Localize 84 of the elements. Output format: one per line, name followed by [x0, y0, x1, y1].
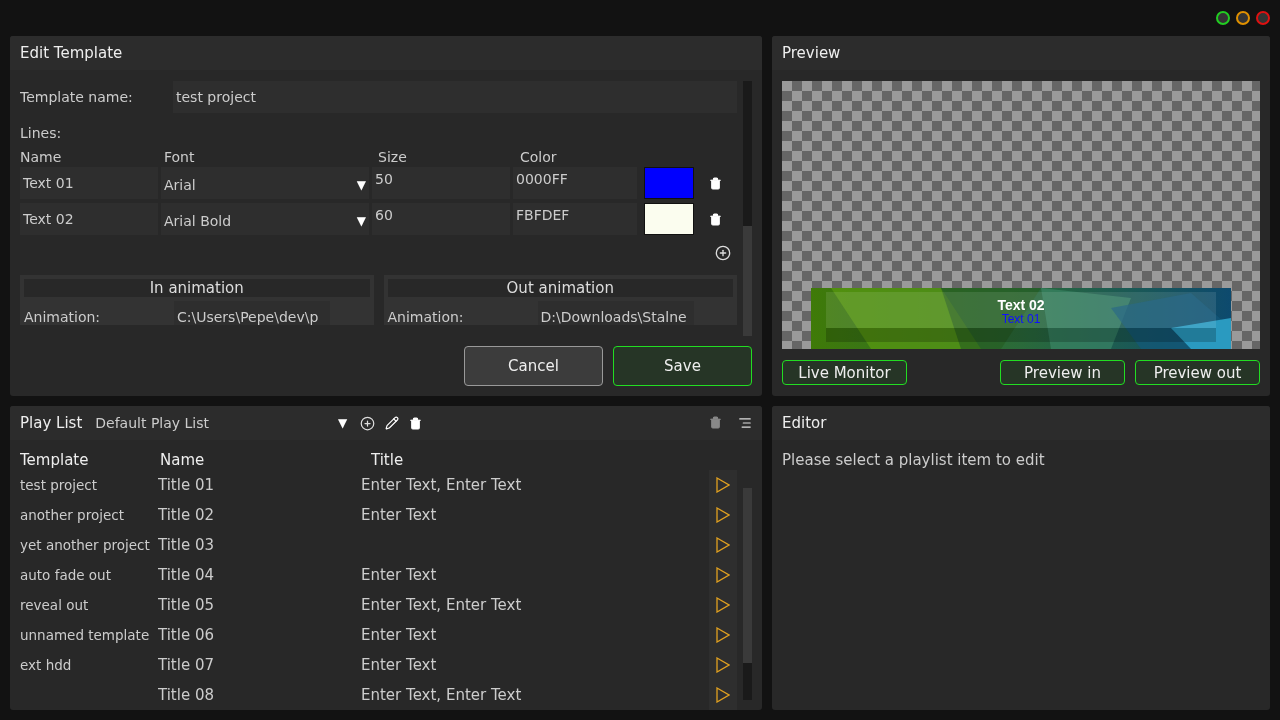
- column-header: Size: [378, 149, 408, 165]
- overlay-text: Text 01: [1001, 313, 1041, 327]
- table-cell-text: Enter Text: [361, 566, 438, 584]
- column-header: Color: [520, 149, 558, 165]
- table-cell-text: ext hdd: [20, 657, 73, 673]
- table-cell-text: Title 08: [158, 686, 215, 704]
- edit-icon[interactable]: [385, 416, 400, 430]
- scrollbar-thumb[interactable]: [743, 488, 752, 663]
- table-cell-text: Enter Text, Enter Text: [361, 686, 523, 704]
- font-dropdown[interactable]: Arial ▼: [161, 167, 369, 199]
- play-icon[interactable]: [716, 537, 730, 553]
- table-cell-text: test project: [20, 477, 99, 493]
- table-cell-text: Title 02: [158, 506, 215, 524]
- table-cell-text: reveal out: [20, 597, 90, 613]
- field-label: Template name:: [20, 89, 134, 105]
- column-header: Font: [164, 149, 196, 165]
- play-icon[interactable]: [716, 567, 730, 583]
- table-cell-text: yet another project: [20, 537, 151, 553]
- panel-title: Preview: [782, 44, 841, 62]
- window-control[interactable]: [1236, 11, 1250, 25]
- table-cell-text: Enter Text, Enter Text: [361, 596, 523, 614]
- delete-icon[interactable]: [409, 416, 423, 430]
- color-field[interactable]: FBFDEF: [513, 203, 637, 235]
- table-cell-text: unnamed template: [20, 627, 151, 643]
- save-button[interactable]: Save: [613, 346, 752, 386]
- size-field[interactable]: 60: [372, 203, 510, 235]
- preview-button[interactable]: Preview in: [1000, 360, 1125, 385]
- add-icon[interactable]: [360, 415, 376, 431]
- play-icon[interactable]: [716, 657, 730, 673]
- group-title: In animation: [24, 279, 370, 297]
- table-cell-text: Enter Text, Enter Text: [361, 476, 523, 494]
- play-button[interactable]: [709, 680, 737, 710]
- field-label: Animation:: [24, 309, 102, 325]
- line-name-field[interactable]: Text 02: [20, 203, 158, 235]
- scrollbar[interactable]: [743, 488, 752, 700]
- table-cell-text: Enter Text: [361, 506, 438, 524]
- table-cell-text: Title 05: [158, 596, 215, 614]
- cancel-button[interactable]: Cancel: [464, 346, 603, 386]
- add-icon[interactable]: [715, 245, 731, 261]
- panel-title: Edit Template: [20, 44, 123, 62]
- table-cell-text: auto fade out: [20, 567, 112, 583]
- play-icon[interactable]: [716, 597, 730, 613]
- overlay-text: Text 02: [997, 298, 1045, 314]
- play-icon[interactable]: [716, 477, 730, 493]
- play-button[interactable]: [709, 470, 737, 500]
- table-cell-text: Title 01: [158, 476, 215, 494]
- live-monitor-button[interactable]: Live Monitor: [782, 360, 907, 385]
- size-field[interactable]: 50: [372, 167, 510, 199]
- column-header: Name: [20, 149, 63, 165]
- color-field[interactable]: 0000FF: [513, 167, 637, 199]
- color-swatch[interactable]: [644, 203, 694, 235]
- preview-button[interactable]: Preview out: [1135, 360, 1260, 385]
- section-label: Lines:: [20, 125, 63, 141]
- play-icon[interactable]: [716, 627, 730, 643]
- table-cell-text: Title 03: [158, 536, 215, 554]
- delete-icon[interactable]: [709, 176, 722, 190]
- column-header: Title: [371, 451, 405, 469]
- window-control[interactable]: [1216, 11, 1230, 25]
- editor-message: Please select a playlist item to edit: [782, 451, 1045, 471]
- path-field[interactable]: D:\Downloads\Stalne: [537, 301, 694, 325]
- column-header: Name: [160, 451, 206, 469]
- table-cell-text: Title 04: [158, 566, 215, 584]
- field-label: Animation:: [387, 309, 465, 325]
- panel-title: Play List: [20, 414, 83, 432]
- line-name-field[interactable]: Text 01: [20, 167, 158, 199]
- scrollbar[interactable]: [743, 81, 752, 336]
- panel-title: Editor: [782, 414, 827, 432]
- window-control[interactable]: [1256, 11, 1270, 25]
- template-name-field[interactable]: test project: [173, 81, 737, 113]
- delete-icon[interactable]: [709, 212, 722, 226]
- path-field[interactable]: C:\Users\Pepe\dev\p: [174, 301, 330, 325]
- table-cell-text: Enter Text: [361, 626, 438, 644]
- play-icon[interactable]: [716, 687, 730, 703]
- play-icon[interactable]: [716, 507, 730, 523]
- color-swatch[interactable]: [644, 167, 694, 199]
- table-cell-text: Title 06: [158, 626, 215, 644]
- table-cell-text: Enter Text: [361, 656, 438, 674]
- column-header: Template: [20, 451, 90, 469]
- table-cell-text: Title 07: [158, 656, 215, 674]
- group-title: Out animation: [387, 279, 733, 297]
- list-icon[interactable]: [738, 416, 752, 430]
- scrollbar-thumb[interactable]: [743, 226, 752, 336]
- table-cell-text: another project: [20, 507, 125, 523]
- font-dropdown[interactable]: Arial Bold ▼: [161, 203, 369, 235]
